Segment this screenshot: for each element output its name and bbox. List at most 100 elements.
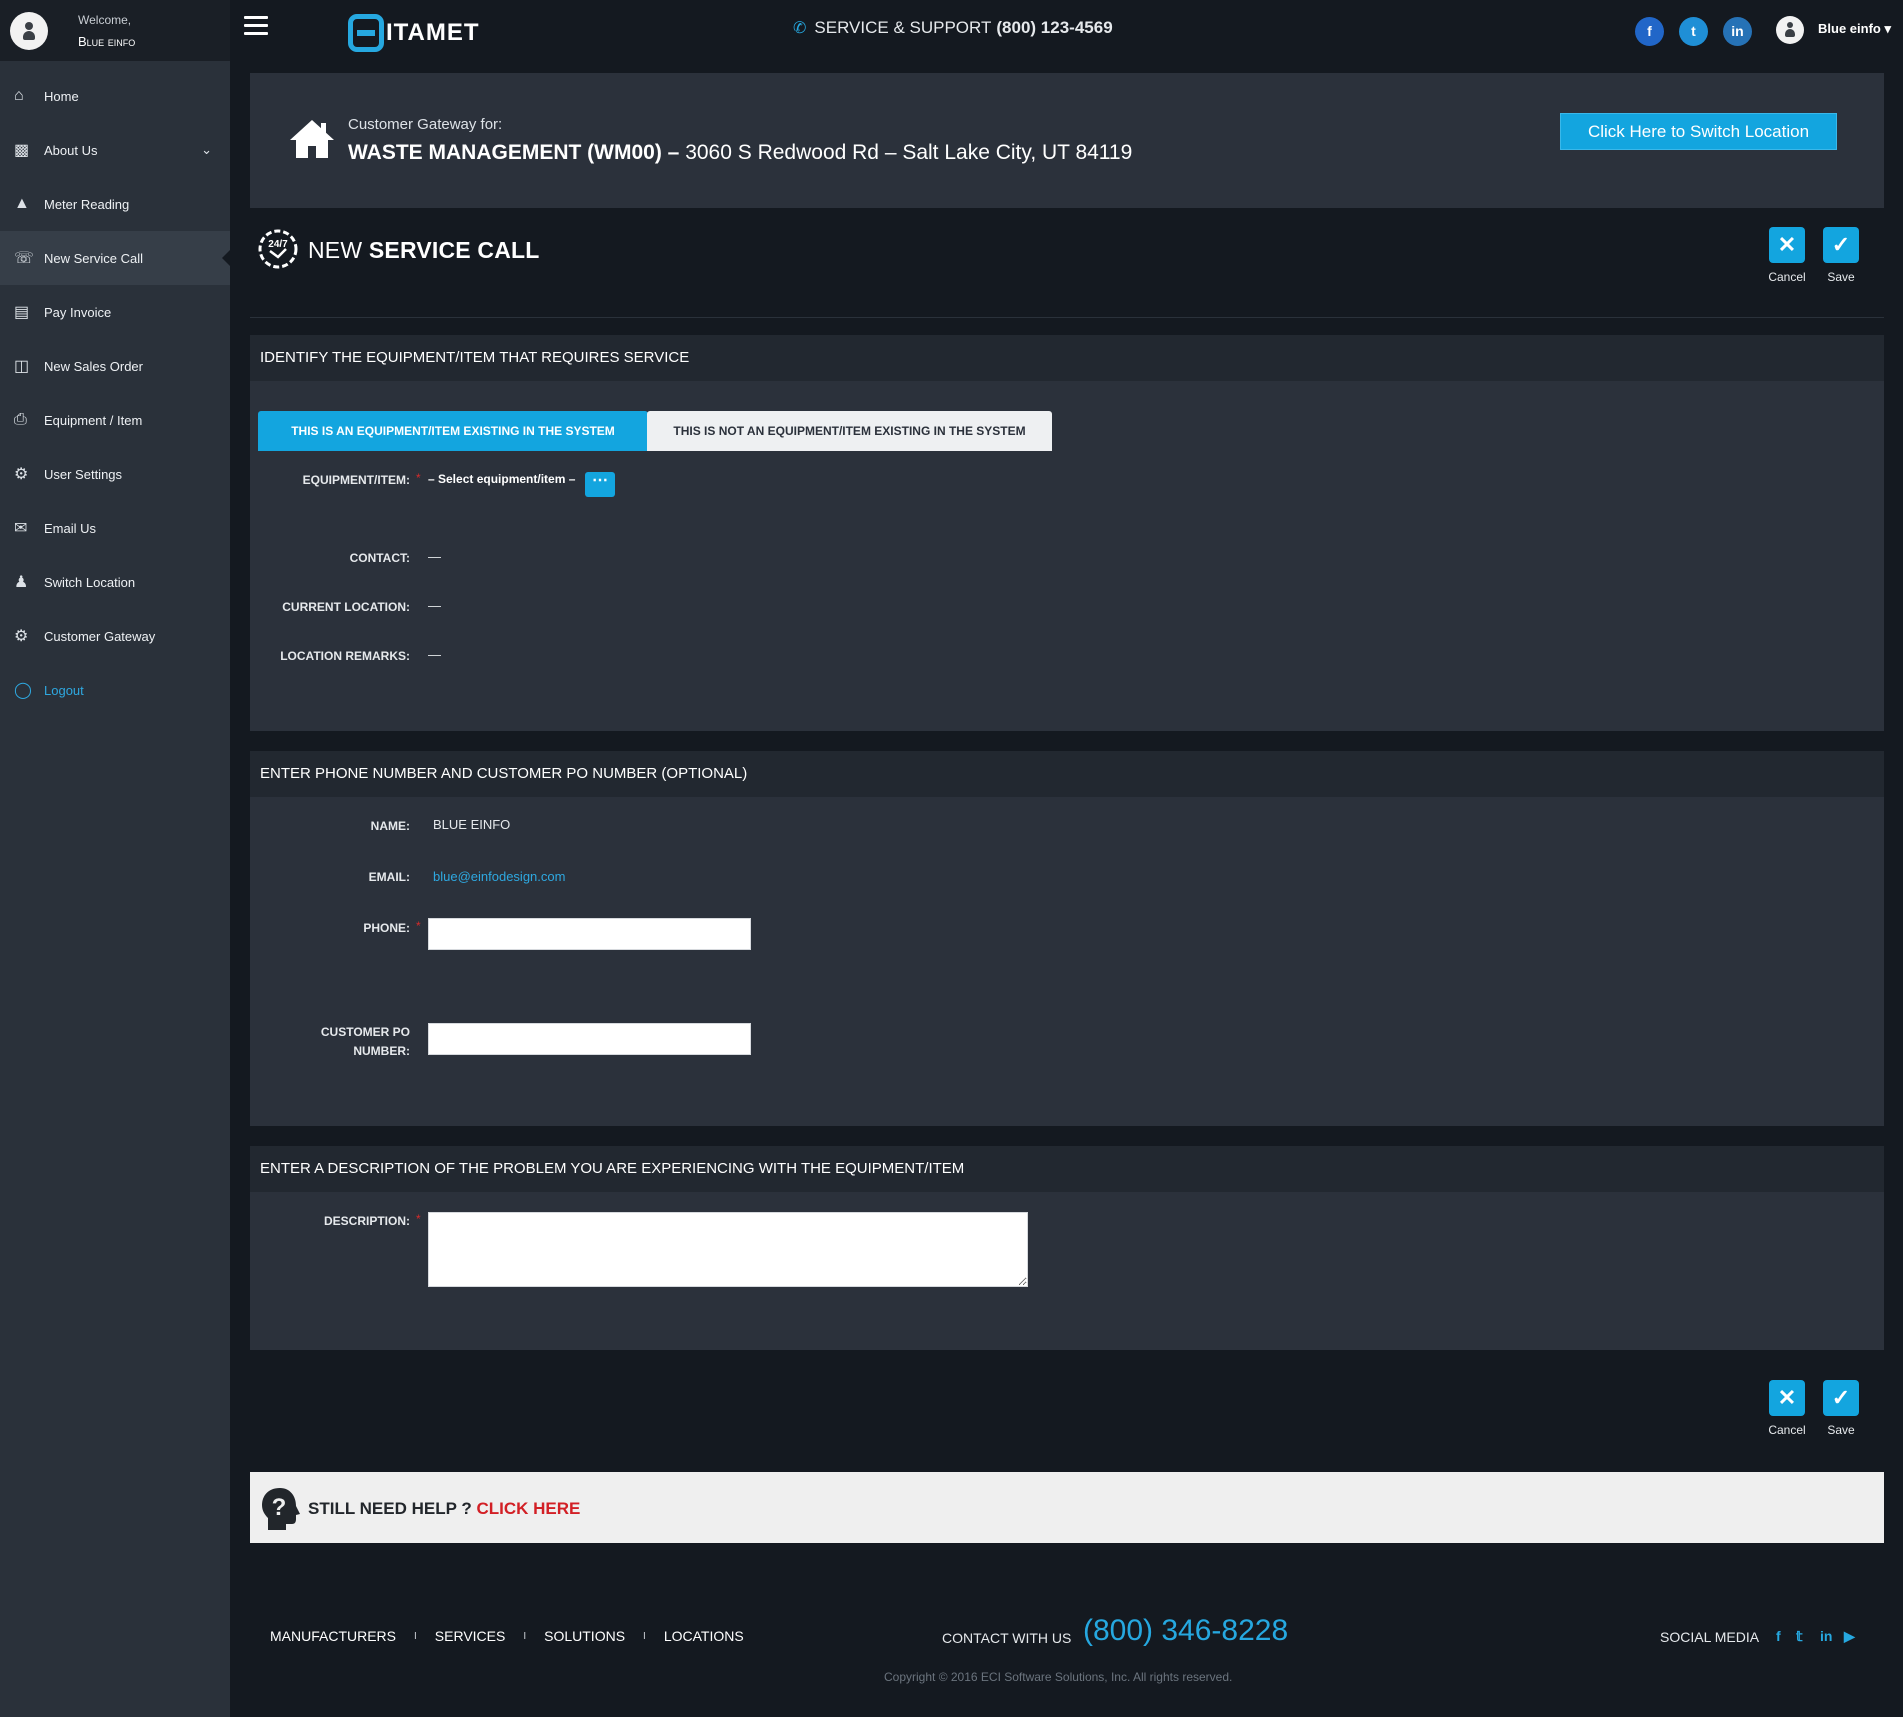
sidebar-item-home[interactable]: ⌂ Home (0, 69, 230, 123)
sidebar-item-customer-gateway[interactable]: ⚙ Customer Gateway (0, 609, 230, 663)
sidebar-item-email-us[interactable]: ✉ Email Us (0, 501, 230, 555)
linkedin-icon[interactable]: in (1820, 1628, 1832, 1644)
question-head-icon: ? (262, 1488, 300, 1530)
sidebar-item-label: Customer Gateway (44, 628, 156, 644)
hamburger-menu-icon[interactable] (244, 16, 268, 36)
sales-order-icon: ◫ (14, 358, 30, 375)
footer-separator: I (414, 1631, 417, 1642)
footer-separator: I (523, 1631, 527, 1642)
save-button-top[interactable]: ✓ Save (1816, 227, 1866, 284)
equipment-label: EQUIPMENT/ITEM: (302, 473, 410, 487)
help-bar: ? STILL NEED HELP ? CLICK HERE (250, 1472, 1884, 1543)
name-label: NAME: (370, 819, 410, 833)
switch-location-button[interactable]: Click Here to Switch Location (1560, 113, 1837, 150)
support-contact: ✆ SERVICE & SUPPORT (800) 123-4569 (793, 18, 1113, 38)
description-section: ENTER A DESCRIPTION OF THE PROBLEM YOU A… (250, 1146, 1884, 1350)
user-menu[interactable]: Blue einfo ▾ (1818, 21, 1891, 37)
required-marker: * (416, 919, 421, 933)
twitter-icon[interactable]: t (1679, 17, 1708, 46)
footer-link-locations[interactable]: LOCATIONS (664, 1628, 744, 1645)
unlock-icon: ◯ (14, 682, 32, 699)
linkedin-icon[interactable]: in (1723, 17, 1752, 46)
user-avatar[interactable] (1776, 16, 1804, 44)
sidebar-item-label: Email Us (44, 520, 97, 536)
chart-icon: ▲ (14, 195, 30, 212)
sidebar-item-user-settings[interactable]: ⚙ User Settings (0, 447, 230, 501)
sidebar-item-new-service-call[interactable]: ☏ New Service Call (0, 231, 230, 285)
location-remarks-label: LOCATION REMARKS: (280, 649, 410, 663)
logo-s-mark (348, 14, 384, 52)
close-icon: ✕ (1769, 1380, 1805, 1416)
contact-value: — (428, 549, 441, 564)
invoice-icon: ▤ (14, 304, 30, 321)
page-title-row: 24/7 NEW SERVICE CALL ✕ Cancel ✓ Save (250, 223, 1884, 318)
footer-link-solutions[interactable]: SOLUTIONS (544, 1628, 625, 1645)
save-button-bottom[interactable]: ✓ Save (1816, 1380, 1866, 1437)
sidebar-item-meter-reading[interactable]: ▲ Meter Reading (0, 177, 230, 231)
welcome-block: Welcome, Blue einfo (78, 9, 135, 53)
sidebar-item-label: Equipment / Item (44, 412, 143, 428)
footer-contact-phone[interactable]: (800) 346-8228 (1083, 1614, 1288, 1648)
email-value[interactable]: blue@einfodesign.com (433, 869, 565, 884)
sidebar-item-label: Home (44, 88, 79, 104)
copyright: Copyright © 2016 ECI Software Solutions,… (884, 1670, 1233, 1684)
check-icon: ✓ (1823, 227, 1859, 263)
help-link[interactable]: CLICK HERE (476, 1499, 580, 1518)
contact-label: CONTACT: (349, 551, 410, 565)
home-icon: ⌂ (14, 87, 24, 104)
avatar[interactable] (10, 11, 48, 50)
description-textarea[interactable] (428, 1212, 1028, 1287)
email-label: EMAIL: (368, 870, 410, 884)
sidebar-item-pay-invoice[interactable]: ▤ Pay Invoice (0, 285, 230, 339)
tab-existing-equipment[interactable]: THIS IS AN EQUIPMENT/ITEM EXISTING IN TH… (258, 411, 648, 451)
save-label: Save (1827, 1423, 1855, 1437)
youtube-icon[interactable]: ▶ (1844, 1628, 1855, 1645)
sidebar-item-label: New Sales Order (44, 358, 143, 374)
required-marker: * (416, 1212, 421, 1226)
gateway-label: Customer Gateway for: (348, 116, 503, 133)
cancel-button-top[interactable]: ✕ Cancel (1762, 227, 1812, 284)
phone-po-section: ENTER PHONE NUMBER AND CUSTOMER PO NUMBE… (250, 751, 1884, 1126)
chevron-down-icon[interactable]: ⌄ (201, 142, 212, 158)
logo-text: ITAMET (386, 19, 480, 46)
tab-not-existing-equipment[interactable]: THIS IS NOT AN EQUIPMENT/ITEM EXISTING I… (647, 411, 1052, 451)
description-label: DESCRIPTION: (323, 1214, 410, 1228)
footer-separator: I (643, 1631, 646, 1642)
welcome-panel: Welcome, Blue einfo (0, 0, 230, 61)
customer-po-input[interactable] (428, 1023, 751, 1055)
current-location-label: CURRENT LOCATION: (282, 600, 410, 614)
sidebar-item-label: Logout (44, 682, 84, 698)
footer-links: MANUFACTURERS I SERVICES I SOLUTIONS I L… (270, 1628, 744, 1645)
cancel-label: Cancel (1768, 1423, 1806, 1437)
briefcase-icon: ▩ (14, 142, 30, 159)
svg-text:?: ? (272, 1494, 287, 1521)
cancel-button-bottom[interactable]: ✕ Cancel (1762, 1380, 1812, 1437)
customer-po-label-line2: NUMBER: (353, 1044, 410, 1058)
service-call-icon: ☏ (14, 250, 35, 267)
sidebar-item-logout[interactable]: ◯ Logout (0, 663, 230, 717)
phone-input[interactable] (428, 918, 751, 950)
caret-down-icon: ▾ (1884, 21, 1891, 36)
sidebar-item-label: New Service Call (44, 250, 143, 266)
support-phone[interactable]: (800) 123-4569 (996, 18, 1112, 38)
facebook-icon[interactable]: f (1635, 17, 1664, 46)
logo[interactable]: ITAMET (348, 14, 480, 52)
page-title-light: NEW (308, 237, 363, 263)
sidebar-item-equipment[interactable]: ⎙ Equipment / Item (0, 393, 230, 447)
footer-link-services[interactable]: SERVICES (435, 1628, 506, 1645)
section-heading: IDENTIFY THE EQUIPMENT/ITEM THAT REQUIRE… (250, 335, 1884, 381)
page-title: NEW SERVICE CALL (308, 237, 540, 264)
equipment-browse-button[interactable]: ⋯ (585, 472, 615, 497)
sidebar-item-about-us[interactable]: ▩ About Us ⌄ (0, 123, 230, 177)
twitter-icon[interactable]: 𝕥 (1796, 1628, 1803, 1645)
customer-po-label-line1: CUSTOMER PO (320, 1025, 410, 1039)
sidebar-item-new-sales-order[interactable]: ◫ New Sales Order (0, 339, 230, 393)
sidebar-item-label: User Settings (44, 466, 123, 482)
facebook-icon[interactable]: f (1776, 1628, 1781, 1644)
help-text: STILL NEED HELP ? CLICK HERE (308, 1499, 580, 1519)
save-label: Save (1827, 270, 1855, 284)
sidebar-item-switch-location[interactable]: ♟ Switch Location (0, 555, 230, 609)
equipment-select-value[interactable]: – Select equipment/item – (428, 472, 575, 486)
equipment-section: IDENTIFY THE EQUIPMENT/ITEM THAT REQUIRE… (250, 335, 1884, 731)
footer-link-manufacturers[interactable]: MANUFACTURERS (270, 1628, 396, 1645)
